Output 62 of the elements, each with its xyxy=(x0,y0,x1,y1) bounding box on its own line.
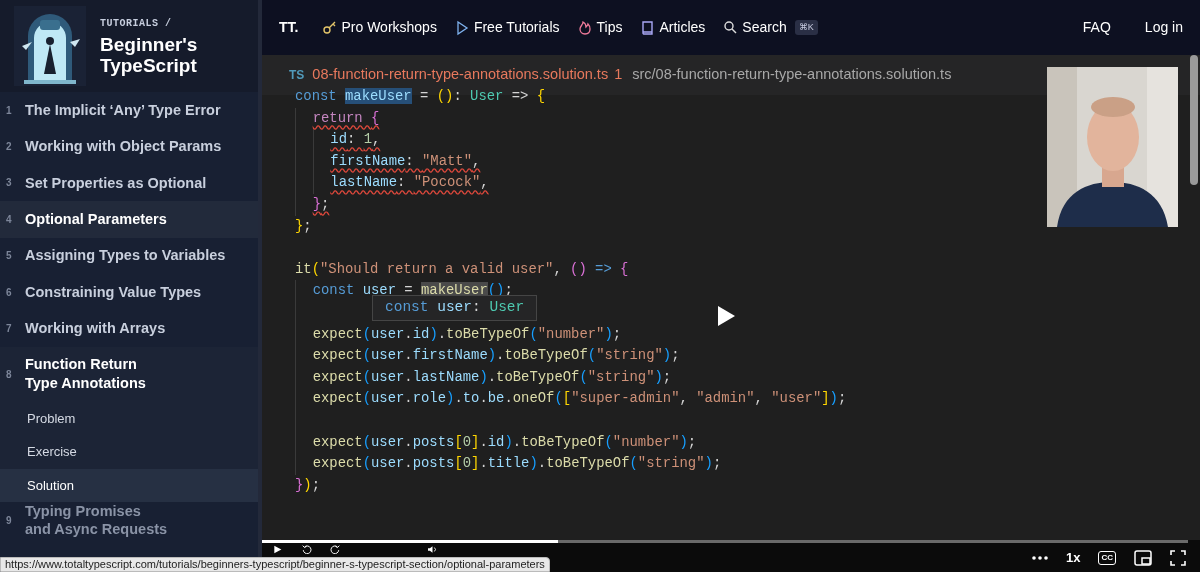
item-title: The Implicit ‘Any’ Type Error xyxy=(25,100,221,120)
code-line: it("Should return a valid user", () => { xyxy=(295,259,629,279)
item-title: Constraining Value Types xyxy=(25,282,202,302)
item-number: 9 xyxy=(6,513,13,528)
code-line: expect(user.firstName).toBeTypeOf("string"); xyxy=(312,346,680,366)
nav-link[interactable]: Search ⌘K xyxy=(723,17,818,38)
file-path: src/08-function-return-type-annotations.solution.ts xyxy=(632,65,952,85)
sidebar-item[interactable]: 4 Optional Parameters xyxy=(0,201,258,238)
nav-link[interactable]: Log in xyxy=(1144,17,1183,38)
nav-link[interactable]: Tips xyxy=(577,17,623,38)
sidebar-item[interactable]: 6 Constraining Value Types xyxy=(0,273,258,311)
speed-button[interactable]: 1x xyxy=(1065,548,1081,568)
item-title: Function Return Type Annotations xyxy=(25,355,146,394)
item-number: 7 xyxy=(6,322,13,337)
item-number: 6 xyxy=(6,285,13,300)
nav-link[interactable]: FAQ xyxy=(1082,17,1111,38)
item-number: 4 xyxy=(6,212,13,227)
code-line: }); xyxy=(295,475,321,495)
status-url: https://www.totaltypescript.com/tutorials/beginners-typescript/beginner-s-typescript-section/optional-parameters xyxy=(0,557,550,572)
sidebar-item[interactable]: 2 Working with Object Params xyxy=(0,128,258,165)
file-type-icon: TS xyxy=(289,66,305,84)
sidebar-item[interactable]: 7 Working with Arrays xyxy=(0,310,258,347)
code-line: expect(user.lastName).toBeTypeOf("string"); xyxy=(312,367,672,387)
item-number: 8 xyxy=(6,367,13,382)
sidebar-subitem[interactable]: Problem xyxy=(0,401,258,436)
code-line: expect(user.posts[0].id).toBeTypeOf("number"); xyxy=(312,432,697,452)
code-line: }; xyxy=(295,216,312,236)
item-number: 3 xyxy=(6,176,13,191)
code-line: lastName: "Pocock", xyxy=(330,173,489,193)
problem-count: 1 xyxy=(614,65,623,85)
sidebar-item[interactable]: 1 The Implicit ‘Any’ Type Error xyxy=(0,92,258,129)
item-title: Assigning Types to Variables xyxy=(25,246,226,266)
captions-button[interactable]: CC xyxy=(1098,551,1116,565)
code-line: expect(user.id).toBeTypeOf("number"); xyxy=(312,324,622,344)
item-title: Working with Arrays xyxy=(25,319,166,338)
sidebar-subitem[interactable]: Solution xyxy=(0,468,258,503)
code-line: firstName: "Matt", xyxy=(330,151,481,171)
nav-link[interactable]: Articles xyxy=(640,17,706,38)
logo[interactable]: TT. xyxy=(279,17,299,38)
code-line: return { xyxy=(312,108,380,128)
code-line: }; xyxy=(312,194,330,214)
nav-link[interactable]: Pro Workshops xyxy=(322,17,437,38)
code-line: expect(user.posts[0].title).toBeTypeOf("string"); xyxy=(312,454,722,474)
sidebar-item[interactable]: 3 Set Properties as Optional xyxy=(0,164,258,202)
sidebar-subitem[interactable]: Exercise xyxy=(0,435,258,469)
shortcut-hint: ⌘K xyxy=(794,19,818,36)
item-title: Optional Parameters xyxy=(25,209,167,229)
item-number: 2 xyxy=(6,140,13,155)
item-number: 5 xyxy=(6,249,13,264)
item-title: Typing Promises and Async Requests xyxy=(25,501,168,540)
course-title: Beginner's TypeScript xyxy=(100,34,199,77)
item-title: Working with Object Params xyxy=(25,137,222,156)
nav-link[interactable]: Free Tutorials xyxy=(454,17,560,38)
code-line: expect(user.role).to.be.oneOf(["super-admin", "admin", "user"]); xyxy=(312,389,847,409)
item-title: Set Properties as Optional xyxy=(25,173,207,193)
item-number: 1 xyxy=(6,103,13,118)
code-line: const makeUser = (): User => { xyxy=(295,87,546,106)
breadcrumb[interactable]: TUTORIALS / xyxy=(100,15,258,31)
hover-tooltip: const user: User xyxy=(372,295,538,321)
code-line: id: 1, xyxy=(330,130,381,150)
file-name[interactable]: 08-function-return-type-annotations.solution.ts xyxy=(312,64,609,86)
sidebar-item[interactable]: 5 Assigning Types to Variables xyxy=(0,237,258,274)
